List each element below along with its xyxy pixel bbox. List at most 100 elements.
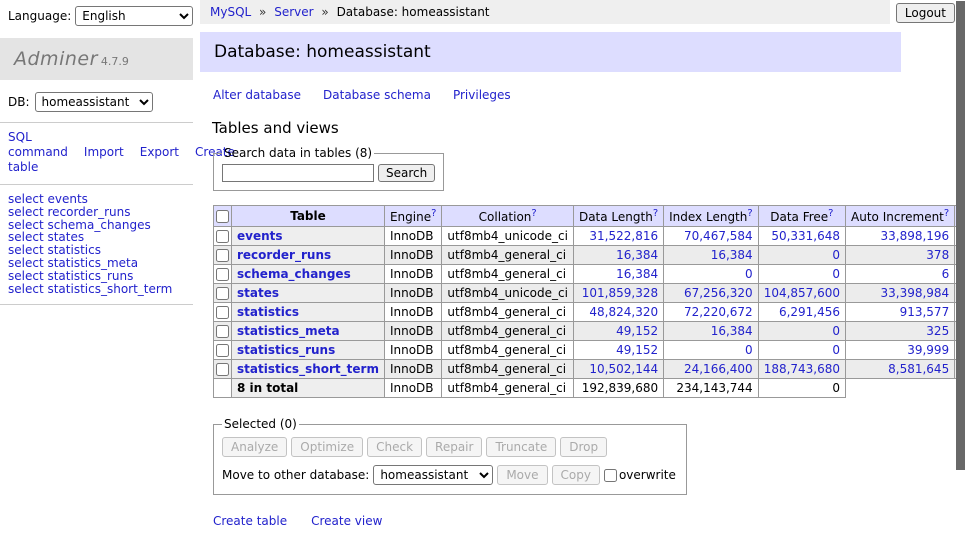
table-name-link[interactable]: statistics <box>237 305 299 319</box>
sidebar-select-statistics-runs[interactable]: select statistics_runs <box>8 270 185 283</box>
sidebar-link-export[interactable]: Export <box>140 145 179 159</box>
index-length-link[interactable]: 24,166,400 <box>684 362 753 376</box>
db-select[interactable]: homeassistant <box>35 92 153 112</box>
auto-increment-link[interactable]: 6 <box>942 267 950 281</box>
check-button[interactable]: Check <box>367 437 422 457</box>
sidebar-select-statistics-short-term[interactable]: select statistics_short_term <box>8 283 185 296</box>
table-name-link[interactable]: states <box>237 286 279 300</box>
auto-increment-link[interactable]: 33,898,196 <box>880 229 949 243</box>
data-free-link[interactable]: 0 <box>832 267 840 281</box>
sidebar-link-import[interactable]: Import <box>84 145 124 159</box>
overwrite-label: overwrite <box>619 468 676 482</box>
engine-cell: InnoDB <box>384 322 441 341</box>
data-free-link[interactable]: 50,331,648 <box>771 229 840 243</box>
privileges-link[interactable]: Privileges <box>453 88 511 102</box>
auto-increment-link[interactable]: 325 <box>926 324 949 338</box>
data-length-link[interactable]: 48,824,320 <box>589 305 658 319</box>
data-length-link[interactable]: 49,152 <box>616 324 658 338</box>
drop-button[interactable]: Drop <box>560 437 607 457</box>
auto-increment-link[interactable]: 8,581,645 <box>888 362 949 376</box>
data-free-link[interactable]: 104,857,600 <box>764 286 840 300</box>
optimize-button[interactable]: Optimize <box>291 437 363 457</box>
table-name-link[interactable]: statistics_short_term <box>237 362 379 376</box>
col-header-collation: Collation? <box>442 206 574 227</box>
analyze-button[interactable]: Analyze <box>222 437 287 457</box>
breadcrumb-link-mysql[interactable]: MySQL <box>210 5 251 19</box>
collation-cell: utf8mb4_general_ci <box>442 341 574 360</box>
row-checkbox[interactable] <box>216 325 229 338</box>
overwrite-checkbox[interactable] <box>604 469 617 482</box>
col-header-index-length: Index Length? <box>664 206 759 227</box>
select-all-checkbox[interactable] <box>216 210 229 223</box>
main-content: MySQL » Server » Database: homeassistant… <box>200 0 901 543</box>
data-length-link[interactable]: 10,502,144 <box>589 362 658 376</box>
alter-database-link[interactable]: Alter database <box>213 88 301 102</box>
data-free-link[interactable]: 0 <box>832 324 840 338</box>
row-checkbox[interactable] <box>216 230 229 243</box>
index-length-link[interactable]: 72,220,672 <box>684 305 753 319</box>
create-view-link[interactable]: Create view <box>311 514 382 528</box>
help-link[interactable]: ? <box>653 208 658 219</box>
auto-increment-link[interactable]: 33,398,984 <box>880 286 949 300</box>
row-checkbox[interactable] <box>216 249 229 262</box>
row-checkbox[interactable] <box>216 287 229 300</box>
data-free-link[interactable]: 6,291,456 <box>779 305 840 319</box>
tables-and-views-heading: Tables and views <box>212 119 901 137</box>
auto-increment-link[interactable]: 378 <box>926 248 949 262</box>
table-name-link[interactable]: statistics_runs <box>237 343 335 357</box>
scrollbar-thumb[interactable] <box>956 1 965 470</box>
app-title: Adminer4.7.9 <box>0 38 193 80</box>
row-checkbox[interactable] <box>216 363 229 376</box>
data-length-link[interactable]: 49,152 <box>616 343 658 357</box>
sidebar-link-sql-command[interactable]: SQL command <box>8 130 68 159</box>
repair-button[interactable]: Repair <box>426 437 482 457</box>
logout-button[interactable]: Logout <box>896 3 955 23</box>
data-length-link[interactable]: 31,522,816 <box>589 229 658 243</box>
help-link[interactable]: ? <box>944 208 949 219</box>
move-database-select[interactable]: homeassistant <box>373 465 493 485</box>
index-length-link[interactable]: 67,256,320 <box>684 286 753 300</box>
index-length-link[interactable]: 0 <box>745 343 753 357</box>
auto-increment-link[interactable]: 39,999 <box>907 343 949 357</box>
database-schema-link[interactable]: Database schema <box>323 88 431 102</box>
sidebar-select-statistics-meta[interactable]: select statistics_meta <box>8 257 185 270</box>
table-name-link[interactable]: events <box>237 229 283 243</box>
auto-increment-link[interactable]: 913,577 <box>900 305 950 319</box>
data-length-link[interactable]: 16,384 <box>616 267 658 281</box>
search-button[interactable]: Search <box>378 164 435 182</box>
data-length-link[interactable]: 16,384 <box>616 248 658 262</box>
data-free-link[interactable]: 0 <box>832 343 840 357</box>
breadcrumb-link-server[interactable]: Server <box>274 5 313 19</box>
index-length-link[interactable]: 16,384 <box>711 324 753 338</box>
help-link[interactable]: ? <box>531 208 536 219</box>
index-length-link[interactable]: 0 <box>745 267 753 281</box>
language-select[interactable]: English <box>75 6 193 26</box>
row-checkbox[interactable] <box>216 344 229 357</box>
row-checkbox[interactable] <box>216 306 229 319</box>
data-length-link[interactable]: 101,859,328 <box>582 286 658 300</box>
move-button[interactable]: Move <box>497 465 547 485</box>
data-free-link[interactable]: 0 <box>832 248 840 262</box>
table-name-link[interactable]: schema_changes <box>237 267 351 281</box>
help-link[interactable]: ? <box>431 208 436 219</box>
table-name-link[interactable]: statistics_meta <box>237 324 340 338</box>
total-collation: utf8mb4_general_ci <box>442 379 574 398</box>
index-length-link[interactable]: 16,384 <box>711 248 753 262</box>
data-free-link[interactable]: 188,743,680 <box>764 362 840 376</box>
truncate-button[interactable]: Truncate <box>486 437 556 457</box>
create-table-link[interactable]: Create table <box>213 514 287 528</box>
collation-cell: utf8mb4_general_ci <box>442 265 574 284</box>
help-link[interactable]: ? <box>828 208 833 219</box>
tables-list: Table Engine? Collation? Data Length? In… <box>213 205 966 398</box>
index-length-link[interactable]: 70,467,584 <box>684 229 753 243</box>
table-row: states InnoDB utf8mb4_unicode_ci 101,859… <box>214 284 966 303</box>
sidebar-select-recorder-runs[interactable]: select recorder_runs <box>8 206 185 219</box>
engine-cell: InnoDB <box>384 360 441 379</box>
table-name-link[interactable]: recorder_runs <box>237 248 331 262</box>
row-checkbox[interactable] <box>216 268 229 281</box>
col-header-table: Table <box>232 206 385 227</box>
help-link[interactable]: ? <box>747 208 752 219</box>
sidebar-select-events[interactable]: select events <box>8 193 185 206</box>
search-input[interactable] <box>222 164 374 182</box>
copy-button[interactable]: Copy <box>552 465 600 485</box>
